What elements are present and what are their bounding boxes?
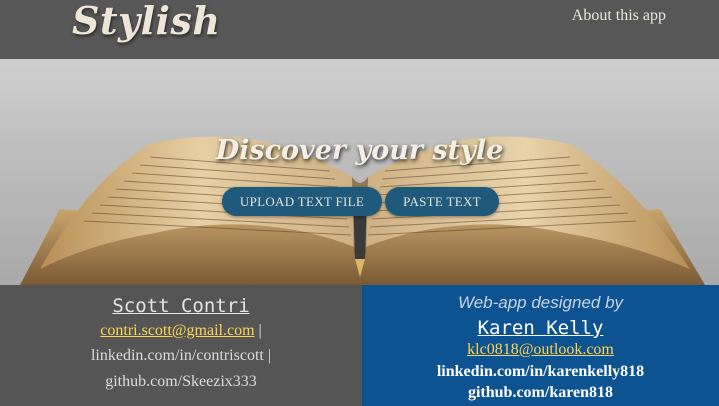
footer-author-panel: Scott Contri contri.scott@gmail.com | li…	[0, 285, 362, 406]
author-email-line: contri.scott@gmail.com |	[0, 322, 362, 340]
author-name: Scott Contri	[112, 295, 250, 317]
footer-designer-panel: Web-app designed by Karen Kelly klc0818@…	[362, 285, 719, 406]
upload-text-file-button[interactable]: UPLOAD TEXT FILE	[222, 187, 382, 216]
open-book-image	[20, 136, 705, 285]
navbar: Stylish About this app	[0, 0, 719, 59]
designer-name: Karen Kelly	[477, 317, 604, 339]
hero-tagline: Discover your style	[215, 135, 504, 166]
author-github: github.com/Skeezix333	[105, 373, 257, 390]
designer-heading: Web-app designed by	[457, 293, 624, 312]
about-link[interactable]: About this app	[572, 7, 666, 25]
author-email-link[interactable]: contri.scott@gmail.com	[100, 322, 254, 339]
author-linkedin: linkedin.com/in/contriscott |	[90, 347, 272, 364]
paste-text-button[interactable]: PASTE TEXT	[385, 187, 499, 216]
designer-github: github.com/karen818	[467, 384, 614, 401]
designer-email-link[interactable]: klc0818@outlook.com	[362, 341, 719, 359]
designer-linkedin: linkedin.com/in/karenkelly818	[436, 363, 645, 380]
hero-section: Discover your style UPLOAD TEXT FILE PAS…	[0, 59, 719, 285]
brand-logo[interactable]: Stylish	[72, 0, 220, 43]
separator: |	[258, 322, 262, 339]
